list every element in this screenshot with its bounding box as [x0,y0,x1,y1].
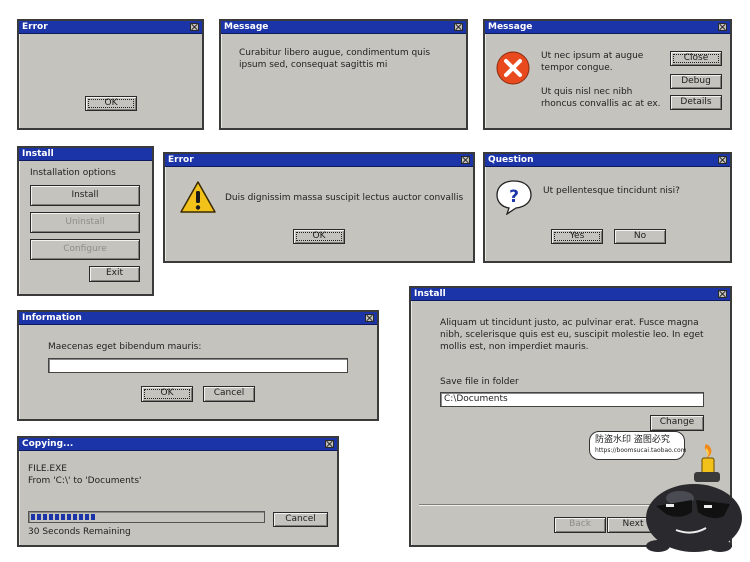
dialog-title: Error [22,22,48,32]
close-icon[interactable] [454,23,463,31]
close-icon[interactable] [718,156,727,164]
yes-button[interactable]: Yes [551,229,603,244]
close-icon[interactable] [325,440,334,448]
close-icon[interactable] [718,290,727,298]
error-circle-icon [496,51,530,85]
error-dialog-1: Error OK [17,19,204,130]
close-icon[interactable] [365,314,374,322]
error-dialog-2-titlebar[interactable]: Error [165,154,473,167]
dialog-title: Message [488,22,533,32]
install-button[interactable]: Install [30,185,140,206]
error-dialog-1-titlebar[interactable]: Error [19,21,202,34]
question-text: Ut pellentesque tincidunt nisi? [543,186,680,196]
message-text-1: Ut nec ipsum at augue tempor congue. [541,51,644,73]
cancel-button[interactable]: Cancel [273,512,328,527]
progress-segment [31,514,35,520]
message-dialog-2: Message Ut nec ipsum at augue tempor con… [483,19,732,130]
installation-options-heading: Installation options [30,168,116,178]
information-dialog-titlebar[interactable]: Information [19,312,377,325]
progress-segment [91,514,95,520]
message-text: Curabitur libero augue, condimentum quis… [239,48,431,70]
cancel-button[interactable]: Cancel [203,386,255,402]
progress-segment [43,514,47,520]
time-remaining: 30 Seconds Remaining [28,527,131,537]
file-name: FILE.EXE [28,464,67,474]
question-dialog: Question ? Ut pellentesque tincidunt nis… [483,152,732,263]
back-button: Back [554,517,606,533]
debug-button[interactable]: Debug [670,74,722,89]
install-description: Aliquam ut tincidunt justo, ac pulvinar … [440,318,704,352]
configure-button: Configure [30,239,140,260]
copying-dialog: Copying... FILE.EXE From 'C:\' to 'Docum… [17,436,339,547]
warning-triangle-icon [180,181,216,213]
no-button[interactable]: No [614,229,666,244]
bomb-mascot-icon [646,444,742,552]
question-bubble-icon: ? [496,180,532,215]
save-folder-label: Save file in folder [440,377,519,387]
dialog-title: Information [22,313,82,323]
copying-dialog-titlebar[interactable]: Copying... [19,438,337,451]
information-label: Maecenas eget bibendum mauris: [48,342,202,352]
copy-progress-bar [28,511,265,523]
folder-path-field[interactable]: C:\Documents [440,392,704,407]
close-icon[interactable] [461,156,470,164]
progress-segment [79,514,83,520]
install-dialog-titlebar[interactable]: Install [411,288,730,301]
progress-segment [85,514,89,520]
progress-segment [73,514,77,520]
error-text: Duis dignissim massa suscipit lectus auc… [225,193,464,203]
progress-segment [37,514,41,520]
copy-from-to: From 'C:\' to 'Documents' [28,476,142,486]
svg-text:?: ? [509,187,519,207]
details-button[interactable]: Details [670,95,722,110]
dialog-title: Question [488,155,534,165]
information-dialog: Information Maecenas eget bibendum mauri… [17,310,379,421]
dialog-title: Error [168,155,194,165]
change-button[interactable]: Change [650,415,704,431]
ok-button[interactable]: OK [141,386,193,402]
install-options-titlebar[interactable]: Install [19,148,152,161]
message-text-2: Ut quis nisl nec nibh rhoncus convallis … [541,87,661,109]
ok-button[interactable]: OK [85,96,137,111]
dialog-title: Copying... [22,439,74,449]
message-dialog-2-titlebar[interactable]: Message [485,21,730,34]
ok-button[interactable]: OK [293,229,345,244]
dialog-title: Message [224,22,269,32]
close-icon[interactable] [190,23,199,31]
progress-segment [49,514,53,520]
close-button[interactable]: Close [670,51,722,66]
progress-segment [55,514,59,520]
error-dialog-2: Error Duis dignissim massa suscipit lect… [163,152,475,263]
progress-segment [67,514,71,520]
progress-segment [61,514,65,520]
dialog-title: Install [22,149,54,159]
uninstall-button: Uninstall [30,212,140,233]
message-dialog-1-titlebar[interactable]: Message [221,21,466,34]
message-dialog-1: Message Curabitur libero augue, condimen… [219,19,468,130]
install-options-dialog: Install Installation options Install Uni… [17,146,154,296]
dialog-title: Install [414,289,446,299]
information-input[interactable] [48,358,348,373]
exit-button[interactable]: Exit [89,266,140,282]
close-icon[interactable] [718,23,727,31]
question-dialog-titlebar[interactable]: Question [485,154,730,167]
